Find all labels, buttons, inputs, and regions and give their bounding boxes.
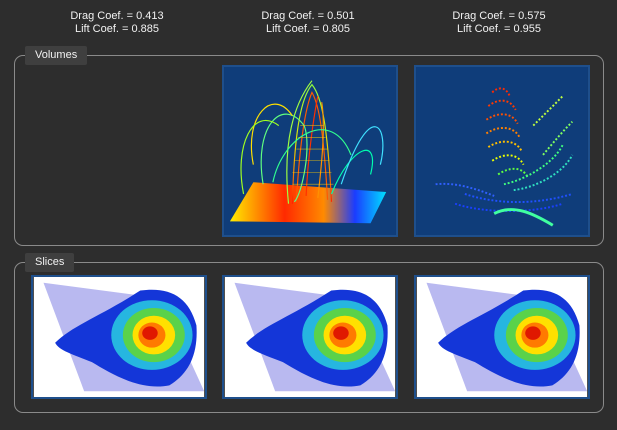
drag-coef-1: Drag Coef. = 0.413 — [70, 10, 164, 22]
coef-block-2: Drag Coef. = 0.501 Lift Coef. = 0.805 — [243, 10, 373, 36]
volumes-group: Volumes — [14, 46, 604, 246]
lift-coef-2: Lift Coef. = 0.805 — [265, 23, 351, 35]
slices-group-title: Slices — [25, 253, 75, 272]
lift-coef-1: Lift Coef. = 0.885 — [74, 23, 160, 35]
drag-coef-3: Drag Coef. = 0.575 — [452, 10, 546, 22]
coef-block-1: Drag Coef. = 0.413 Lift Coef. = 0.885 — [52, 10, 182, 36]
particle-volume-icon — [416, 67, 588, 235]
lift-coef-3: Lift Coef. = 0.955 — [456, 23, 542, 35]
slices-group: Slices — [14, 253, 604, 413]
volume-render-3[interactable] — [414, 65, 590, 237]
volume-render-2[interactable] — [222, 65, 398, 237]
volumes-group-title: Volumes — [25, 46, 88, 65]
slice-plane-icon-2 — [224, 277, 396, 397]
streamline-volume-icon — [224, 67, 396, 235]
slice-plane-icon-1 — [33, 277, 205, 397]
slice-plane-icon-3 — [416, 277, 588, 397]
drag-coef-2: Drag Coef. = 0.501 — [261, 10, 355, 22]
coef-block-3: Drag Coef. = 0.575 Lift Coef. = 0.955 — [434, 10, 564, 36]
slice-render-1[interactable] — [31, 275, 207, 399]
slice-render-2[interactable] — [222, 275, 398, 399]
slice-render-3[interactable] — [414, 275, 590, 399]
